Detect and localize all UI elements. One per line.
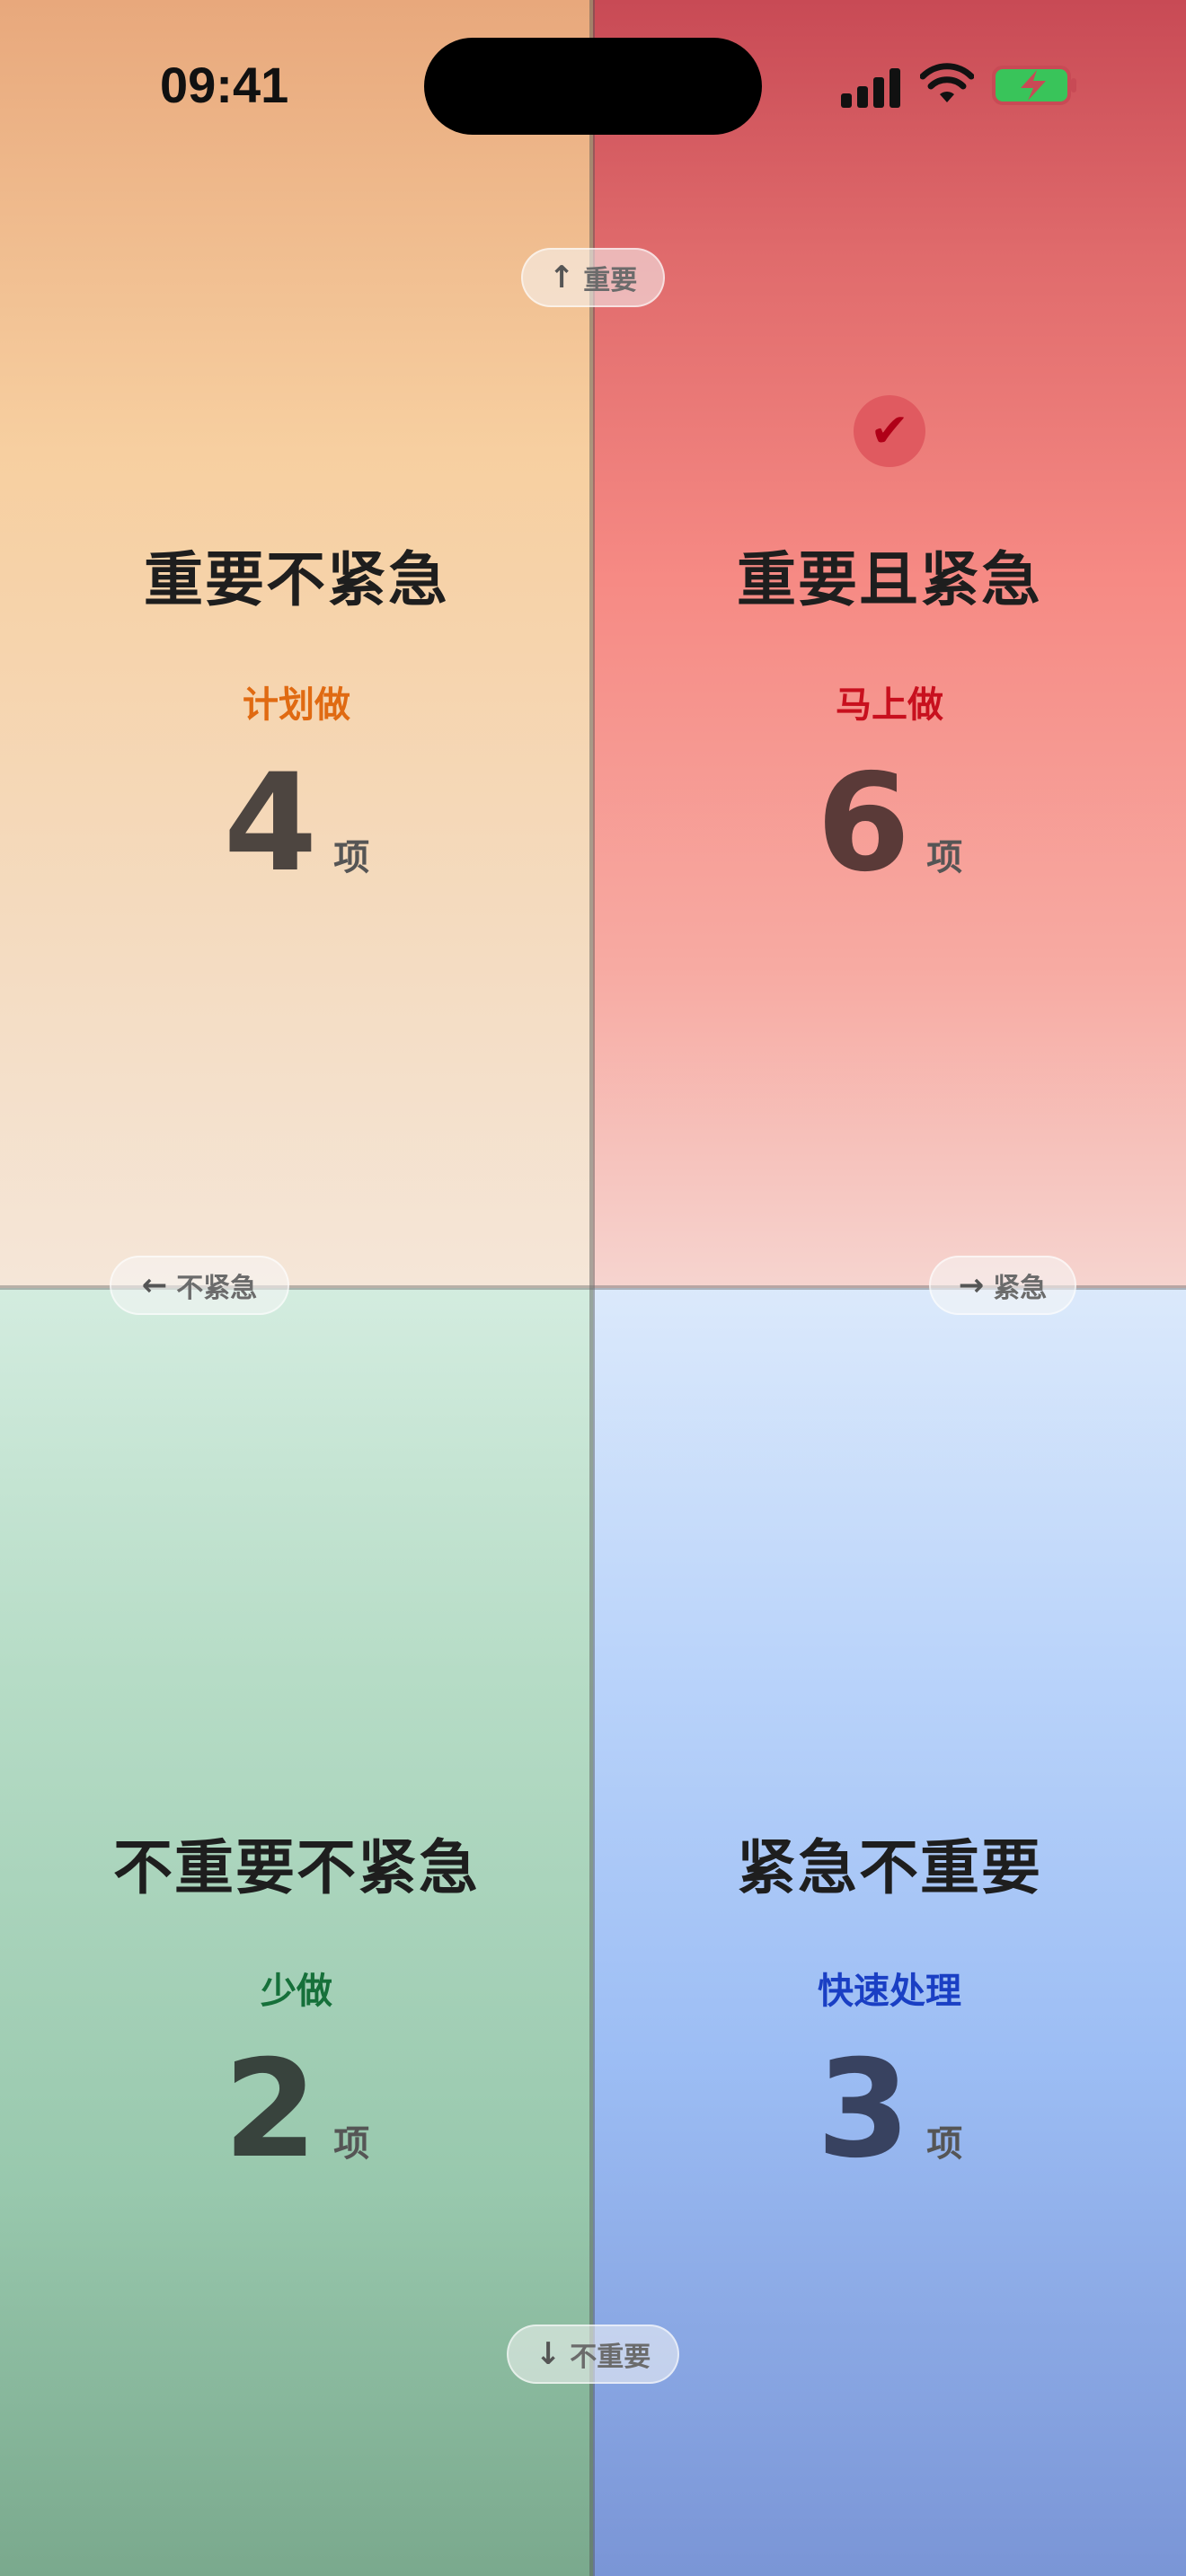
quadrant-action: 快速处理 <box>818 1971 961 2012</box>
checkmark-icon: ✔ <box>854 395 925 467</box>
arrow-up-icon: ↑ <box>548 260 575 296</box>
cellular-signal-icon <box>841 66 902 108</box>
axis-important-label: ↑ 重要 <box>521 248 665 307</box>
arrow-down-icon: ↓ <box>535 2336 562 2372</box>
axis-not-important-label: ↓ 不重要 <box>507 2325 679 2384</box>
item-count: 2 <box>223 2032 318 2188</box>
quadrant-action: 马上做 <box>836 684 943 726</box>
arrow-right-icon: → <box>958 1267 985 1303</box>
count-unit: 项 <box>333 2123 370 2165</box>
quadrant-title: 紧急不重要 <box>737 1833 1042 1902</box>
dynamic-island <box>424 38 762 135</box>
battery-charging-icon <box>992 66 1076 105</box>
quadrant-important-urgent[interactable] <box>593 0 1186 1288</box>
arrow-left-icon: ← <box>141 1267 168 1303</box>
quadrant-title: 重要不紧急 <box>144 545 449 614</box>
wifi-icon <box>920 63 974 102</box>
item-count: 4 <box>223 745 318 902</box>
quadrant-action: 少做 <box>261 1971 332 2012</box>
quadrant-important-not-urgent[interactable] <box>0 0 593 1288</box>
quadrant-not-important-not-urgent[interactable] <box>0 1288 593 2576</box>
status-time: 09:41 <box>160 57 289 113</box>
count-unit: 项 <box>333 837 370 878</box>
item-count: 3 <box>816 2032 911 2188</box>
axis-not-urgent-label: ← 不紧急 <box>110 1256 289 1315</box>
axis-urgent-label: → 紧急 <box>929 1256 1076 1315</box>
quadrant-title: 重要且紧急 <box>737 545 1042 614</box>
count-unit: 项 <box>926 2123 963 2165</box>
quadrant-urgent-not-important[interactable] <box>593 1288 1186 2576</box>
item-count: 6 <box>816 745 911 902</box>
quadrant-action: 计划做 <box>243 684 350 726</box>
count-unit: 项 <box>926 837 963 878</box>
quadrant-title: 不重要不紧急 <box>113 1833 480 1902</box>
